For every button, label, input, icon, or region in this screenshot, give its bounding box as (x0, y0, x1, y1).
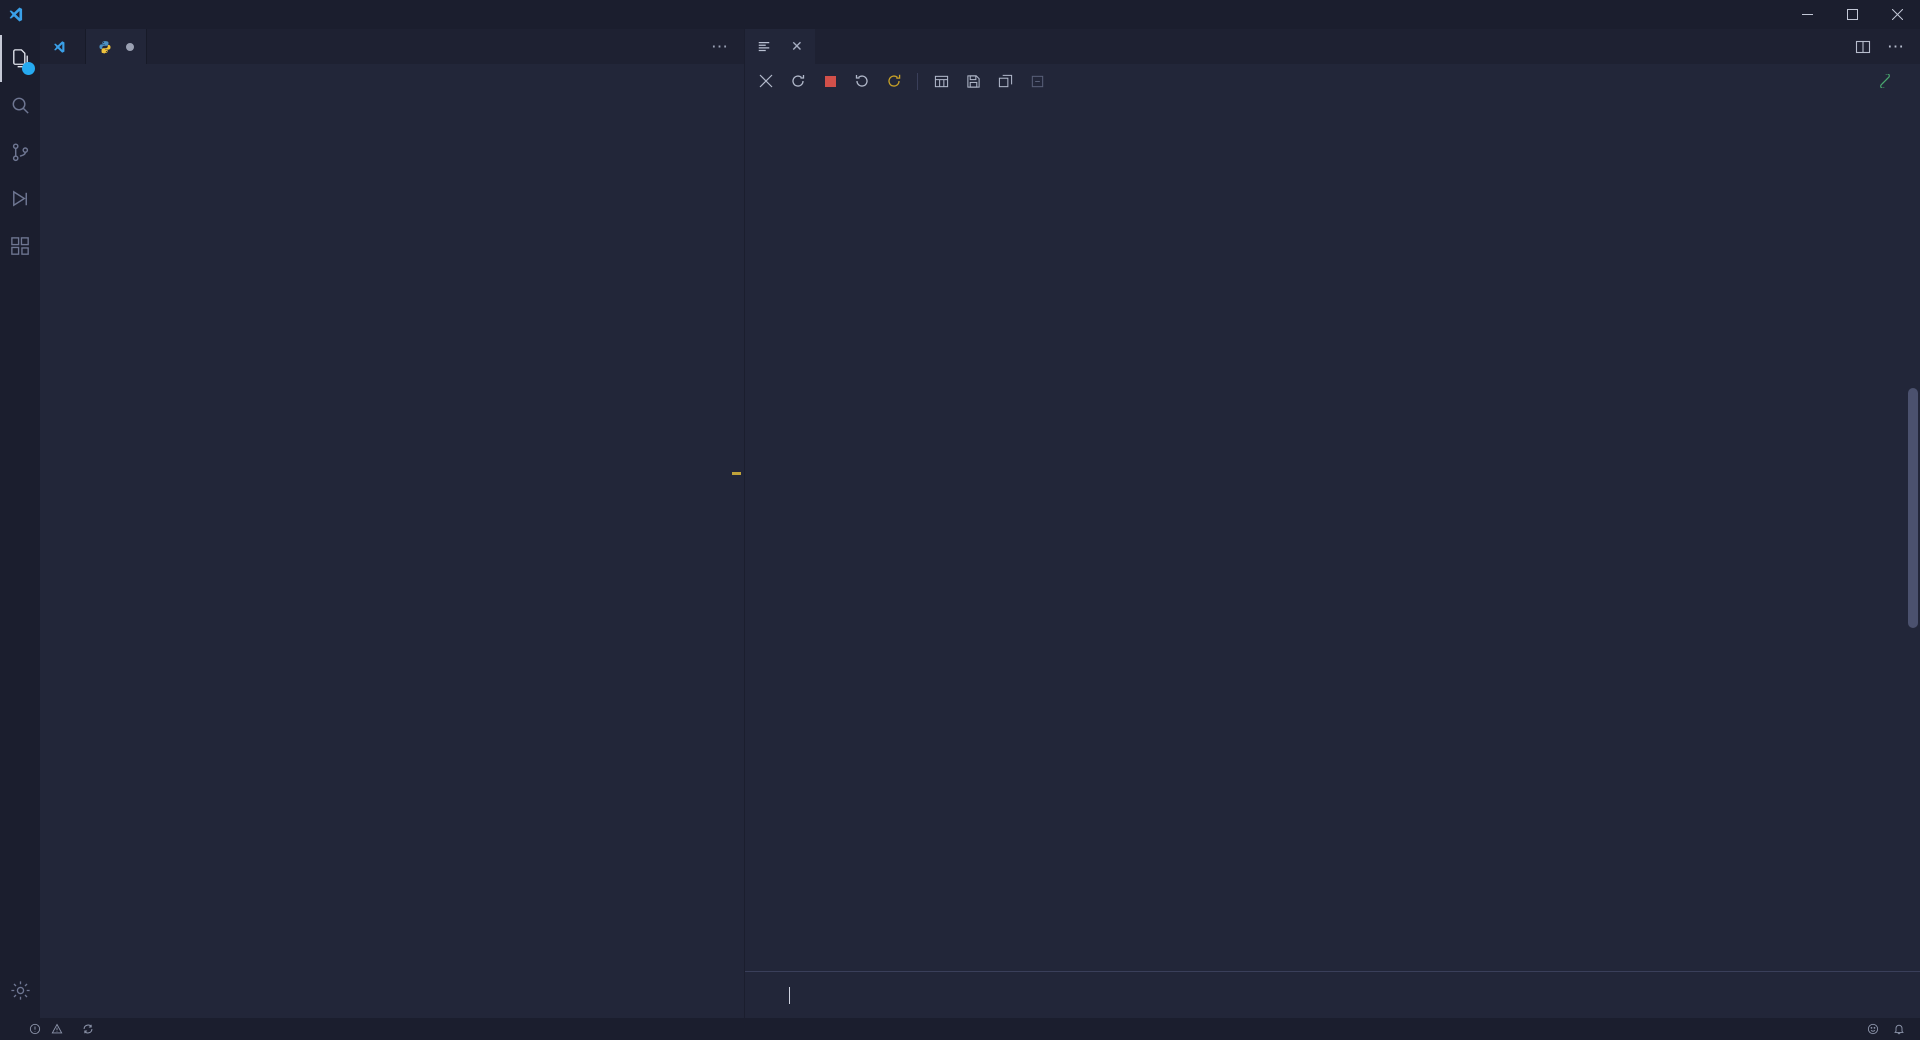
window-controls (1785, 0, 1920, 29)
extensions-icon (9, 235, 32, 258)
ellipsis-icon[interactable]: ⋯ (1887, 37, 1906, 57)
editor-overview-ruler[interactable] (730, 64, 744, 1018)
variables-button[interactable] (928, 69, 954, 93)
debug-icon (9, 188, 32, 211)
collapse-all-button[interactable] (1024, 69, 1050, 93)
tab-python-interactive[interactable]: ✕ (745, 29, 815, 64)
status-problems[interactable] (22, 1018, 75, 1040)
status-python-interpreter[interactable] (8, 1018, 22, 1040)
interactive-status (1868, 74, 1912, 88)
interactive-output-area[interactable] (745, 98, 1920, 971)
sidebar-item-run-and-debug[interactable] (0, 176, 40, 223)
sidebar-item-search[interactable] (0, 82, 40, 129)
source-control-icon (9, 141, 32, 164)
status-executing-cell[interactable] (75, 1018, 106, 1040)
editor-group: ⋯ (40, 29, 745, 1018)
ruler-mark-modified (732, 472, 741, 475)
export-as-notebook-button[interactable] (960, 69, 986, 93)
activity-bar (0, 29, 40, 1018)
error-icon (29, 1023, 41, 1035)
interactive-tab-actions: ⋯ (1855, 29, 1920, 64)
sync-icon (82, 1023, 94, 1035)
main-area: ⋯ ✕ ⋯ (0, 29, 1920, 1018)
menu-selection[interactable] (70, 12, 88, 18)
search-icon (9, 94, 32, 117)
sidebar-item-extensions[interactable] (0, 223, 40, 270)
interrupt-kernel-button[interactable] (817, 69, 843, 93)
editor-more-actions[interactable]: ⋯ (711, 29, 744, 64)
smiley-icon (1867, 1023, 1879, 1035)
restart-kernel-button[interactable] (785, 69, 811, 93)
sidebar-item-explorer[interactable] (0, 35, 40, 82)
vscode-logo-icon (0, 6, 30, 23)
close-button[interactable] (1875, 0, 1920, 29)
close-icon[interactable]: ✕ (791, 38, 803, 55)
expand-all-button[interactable] (992, 69, 1018, 93)
gear-icon (9, 979, 32, 1002)
bell-icon (1893, 1023, 1905, 1035)
clear-all-button[interactable] (753, 69, 779, 93)
tab-springercovid19books[interactable] (86, 29, 147, 64)
tab-dirty-indicator[interactable] (126, 42, 134, 51)
menu-help[interactable] (160, 12, 178, 18)
warning-icon (51, 1023, 63, 1035)
title-bar (0, 0, 1920, 29)
tab-welcome[interactable] (40, 29, 86, 64)
interactive-tabs: ✕ ⋯ (745, 29, 1920, 64)
interactive-toolbar (745, 64, 1920, 98)
maximize-button[interactable] (1830, 0, 1875, 29)
python-icon (98, 40, 112, 54)
status-feedback[interactable] (1860, 1018, 1886, 1040)
editor-tabs: ⋯ (40, 29, 744, 64)
redo-button[interactable] (881, 69, 907, 93)
interactive-scrollbar[interactable] (1908, 388, 1918, 628)
interactive-input-cell[interactable] (745, 971, 1920, 1018)
menu-view[interactable] (88, 12, 106, 18)
vscode-icon (52, 40, 66, 54)
vscode-window: ⋯ ✕ ⋯ (0, 0, 1920, 1040)
menu-edit[interactable] (52, 12, 70, 18)
toolbar-divider (917, 72, 918, 90)
sidebar-item-manage[interactable] (0, 967, 40, 1018)
notebook-icon (757, 40, 771, 54)
text-caret (789, 986, 790, 1004)
sidebar-item-source-control[interactable] (0, 129, 40, 176)
code-editor[interactable] (40, 64, 744, 1018)
status-bar (0, 1018, 1920, 1040)
undo-button[interactable] (849, 69, 875, 93)
menu-terminal[interactable] (142, 12, 160, 18)
split-editor-icon[interactable] (1855, 39, 1871, 55)
ellipsis-icon: ⋯ (711, 36, 730, 56)
menu-run[interactable] (124, 12, 142, 18)
status-bar-right (1860, 1018, 1912, 1040)
minimize-button[interactable] (1785, 0, 1830, 29)
menu-file[interactable] (34, 12, 52, 18)
plug-icon (1878, 74, 1892, 88)
menu-bar (34, 12, 178, 18)
menu-go[interactable] (106, 12, 124, 18)
status-notifications[interactable] (1886, 1018, 1912, 1040)
python-interactive-window: ✕ ⋯ (745, 29, 1920, 1018)
explorer-badge (22, 62, 35, 75)
